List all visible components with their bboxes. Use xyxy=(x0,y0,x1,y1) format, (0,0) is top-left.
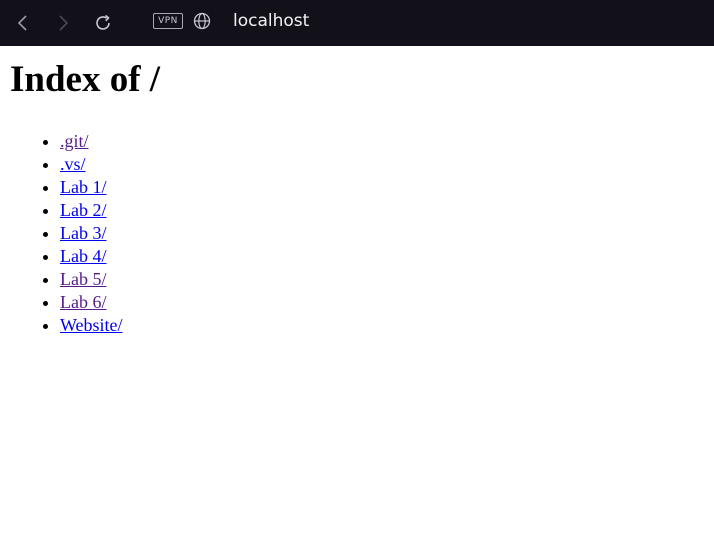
chevron-right-icon xyxy=(59,15,69,31)
chevron-left-icon xyxy=(17,15,27,31)
page-title: Index of / xyxy=(10,59,161,100)
directory-link[interactable]: Lab 4/ xyxy=(60,246,107,266)
browser-toolbar: VPN localhost xyxy=(0,0,714,46)
directory-link[interactable]: Lab 5/ xyxy=(60,269,107,289)
list-item: Lab 3/ xyxy=(60,222,123,245)
reload-button[interactable] xyxy=(90,10,116,36)
reload-icon xyxy=(96,14,110,30)
directory-link[interactable]: Lab 6/ xyxy=(60,292,107,312)
forward-button[interactable] xyxy=(50,10,76,36)
directory-link[interactable]: Lab 3/ xyxy=(60,223,107,243)
directory-link[interactable]: .vs/ xyxy=(60,154,86,174)
list-item: .vs/ xyxy=(60,153,123,176)
directory-link[interactable]: Lab 1/ xyxy=(60,177,107,197)
directory-link[interactable]: Website/ xyxy=(60,315,123,335)
directory-link[interactable]: Lab 2/ xyxy=(60,200,107,220)
page-content: Index of / .git/ .vs/ Lab 1/ Lab 2/ Lab … xyxy=(0,46,714,548)
list-item: Website/ xyxy=(60,314,123,337)
address-bar[interactable]: localhost xyxy=(233,9,309,33)
list-item: .git/ xyxy=(60,130,123,153)
list-item: Lab 6/ xyxy=(60,291,123,314)
list-item: Lab 1/ xyxy=(60,176,123,199)
list-item: Lab 4/ xyxy=(60,245,123,268)
list-item: Lab 2/ xyxy=(60,199,123,222)
directory-listing: .git/ .vs/ Lab 1/ Lab 2/ Lab 3/ Lab 4/ L… xyxy=(20,130,123,337)
globe-icon[interactable] xyxy=(193,12,211,30)
vpn-badge[interactable]: VPN xyxy=(153,13,183,29)
back-button[interactable] xyxy=(10,10,36,36)
directory-link[interactable]: .git/ xyxy=(60,131,89,151)
list-item: Lab 5/ xyxy=(60,268,123,291)
